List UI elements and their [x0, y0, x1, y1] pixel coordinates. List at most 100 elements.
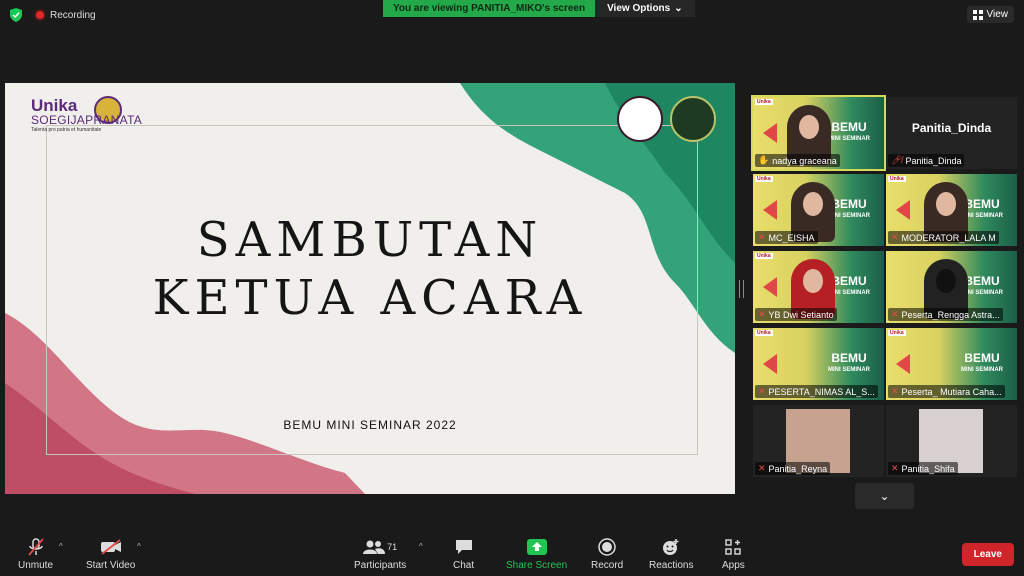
- unika-logo: Unika SOEGIJAPRANATA Talenta pro patria …: [31, 97, 142, 134]
- audio-options-caret-icon[interactable]: ^: [59, 542, 63, 551]
- decor-triangle: [763, 123, 777, 143]
- participant-name: Panitia_Shifa: [901, 463, 955, 474]
- grid-icon: [972, 9, 983, 20]
- participant-name: MC_EISHA: [768, 232, 815, 243]
- video-tile[interactable]: Panitia_Dinda 🎤︎̸ Panitia_Dinda: [886, 97, 1017, 169]
- bemu-text: BEMU MINI SEMINAR: [828, 351, 870, 373]
- bemu-text: BEMU MINI SEMINAR: [961, 351, 1003, 373]
- record-label: Record: [591, 560, 624, 571]
- shield-icon[interactable]: [10, 8, 22, 22]
- recording-indicator[interactable]: Recording: [36, 10, 96, 21]
- reactions-button[interactable]: Reactions: [649, 538, 693, 571]
- video-tile[interactable]: ✕ Panitia_Reyna: [753, 405, 884, 477]
- participants-icon: [363, 540, 386, 554]
- chat-icon: [455, 538, 473, 556]
- gallery-next-page-button[interactable]: ⌄: [855, 483, 914, 509]
- unika-badge-icon: Unika: [888, 176, 906, 182]
- video-tile[interactable]: Unika BEMU MINI SEMINAR ✋ nadya graceana: [751, 95, 886, 171]
- participants-button[interactable]: 71 Participants: [354, 538, 406, 571]
- participant-name-label: ✕ Panitia_Shifa: [888, 462, 958, 475]
- video-tile[interactable]: Unika BEMU MINI SEMINAR ✕ Peserta_ Mutiar…: [886, 328, 1017, 400]
- viewing-banner: You are viewing PANITIA_MIKO's screen Vi…: [383, 0, 695, 17]
- video-tile[interactable]: Unika BEMU MINI SEMINAR ✕ MODERATOR_LALA …: [886, 174, 1017, 246]
- participant-name-label: ✕ Panitia_Reyna: [755, 462, 831, 475]
- logo-line2: SOEGIJAPRANATA: [31, 113, 143, 127]
- share-screen-label: Share Screen: [506, 560, 568, 571]
- participant-name-label: ✕ PESERTA_NIMAS AL_S...: [755, 385, 878, 398]
- video-tile[interactable]: Unika BEMU MINI SEMINAR ✕ PESERTA_NIMAS A…: [753, 328, 884, 400]
- participant-name-label: 🎤︎̸ Panitia_Dinda: [888, 154, 965, 167]
- top-left-status: Recording: [10, 8, 96, 22]
- microphone-off-icon: ✕: [758, 463, 766, 473]
- meeting-toolbar: Unmute ^ Start Video ^ 71 Participants ^…: [0, 530, 1024, 576]
- participant-big-name: Panitia_Dinda: [911, 121, 992, 135]
- participant-name-label: ✕ MC_EISHA: [755, 231, 818, 244]
- video-off-icon: [100, 538, 122, 556]
- microphone-off-icon: ✕: [891, 232, 899, 242]
- decor-triangle: [763, 200, 777, 220]
- decor-triangle: [763, 277, 777, 297]
- microphone-off-icon: 🎤︎̸: [891, 155, 903, 165]
- video-tile[interactable]: ✕ Panitia_Shifa: [886, 405, 1017, 477]
- decor-triangle: [896, 354, 910, 374]
- start-video-button[interactable]: Start Video: [86, 538, 135, 571]
- participant-name: YB Dwi Setianto: [768, 309, 834, 320]
- decor-triangle: [763, 354, 777, 374]
- reactions-icon: [662, 538, 680, 556]
- participant-name: nadya graceana: [772, 155, 837, 166]
- share-screen-button[interactable]: Share Screen: [506, 538, 567, 571]
- bemu-text: BEMU MINI SEMINAR: [828, 120, 870, 142]
- participant-name: Peserta_Rengga Astra...: [901, 309, 1000, 320]
- video-tile[interactable]: Unika BEMU MINI SEMINAR ✕ MC_EISHA: [753, 174, 884, 246]
- apps-button[interactable]: Apps: [722, 538, 745, 571]
- participant-name-label: ✕ Peserta_ Mutiara Caha...: [888, 385, 1005, 398]
- video-tile[interactable]: BEMU MINI SEMINAR ✕ Peserta_Rengga Astra.…: [886, 251, 1017, 323]
- share-screen-icon: [526, 538, 547, 556]
- microphone-off-icon: ✕: [758, 232, 766, 242]
- microphone-off-icon: ✕: [891, 463, 899, 473]
- leave-button[interactable]: Leave: [961, 543, 1014, 566]
- start-video-label: Start Video: [86, 560, 136, 571]
- microphone-off-icon: ✕: [891, 309, 899, 319]
- organization-logo-2: [670, 96, 716, 142]
- chat-button[interactable]: Chat: [453, 538, 474, 571]
- unika-badge-icon: Unika: [755, 330, 773, 336]
- view-button[interactable]: View: [966, 6, 1014, 23]
- view-button-label: View: [986, 9, 1009, 20]
- apps-icon: [725, 538, 742, 556]
- microphone-off-icon: ✕: [758, 386, 766, 396]
- microphone-off-icon: ✋: [758, 155, 770, 165]
- participant-name: MODERATOR_LALA M: [901, 232, 996, 243]
- microphone-off-icon: ✕: [891, 386, 899, 396]
- unika-badge-icon: Unika: [755, 99, 773, 105]
- shared-screen-slide: Unika SOEGIJAPRANATA Talenta pro patria …: [5, 83, 735, 494]
- viewing-banner-text: You are viewing PANITIA_MIKO's screen: [383, 0, 596, 17]
- participant-name: Peserta_ Mutiara Caha...: [901, 386, 1002, 397]
- organization-logo-1: [617, 96, 663, 142]
- participants-label: Participants: [354, 560, 407, 571]
- microphone-muted-icon: [27, 538, 44, 556]
- video-tile[interactable]: Unika BEMU MINI SEMINAR ✕ YB Dwi Setianto: [753, 251, 884, 323]
- unika-badge-icon: Unika: [755, 253, 773, 259]
- slide-title: SAMBUTAN KETUA ACARA: [5, 211, 735, 327]
- unika-badge-icon: Unika: [755, 176, 773, 182]
- reactions-label: Reactions: [649, 560, 694, 571]
- record-icon: [598, 538, 616, 556]
- participants-icon-wrap: 71: [363, 538, 397, 556]
- decor-triangle: [896, 200, 910, 220]
- recording-label: Recording: [50, 9, 96, 21]
- unmute-button[interactable]: Unmute: [18, 538, 53, 571]
- slide-title-line2: KETUA ACARA: [152, 270, 588, 326]
- view-options-button[interactable]: View Options ⌄: [595, 0, 695, 17]
- record-button[interactable]: Record: [591, 538, 623, 571]
- unika-badge-icon: Unika: [888, 330, 906, 336]
- record-dot-icon: [36, 11, 44, 19]
- panel-splitter-handle[interactable]: [739, 280, 744, 298]
- view-options-label: View Options: [607, 2, 671, 14]
- slide-title-line1: SAMBUTAN: [196, 212, 544, 268]
- participants-count: 71: [387, 542, 398, 552]
- apps-label: Apps: [722, 560, 745, 571]
- video-options-caret-icon[interactable]: ^: [137, 542, 141, 551]
- slide-subtitle: BEMU MINI SEMINAR 2022: [283, 418, 457, 432]
- participants-options-caret-icon[interactable]: ^: [419, 542, 423, 551]
